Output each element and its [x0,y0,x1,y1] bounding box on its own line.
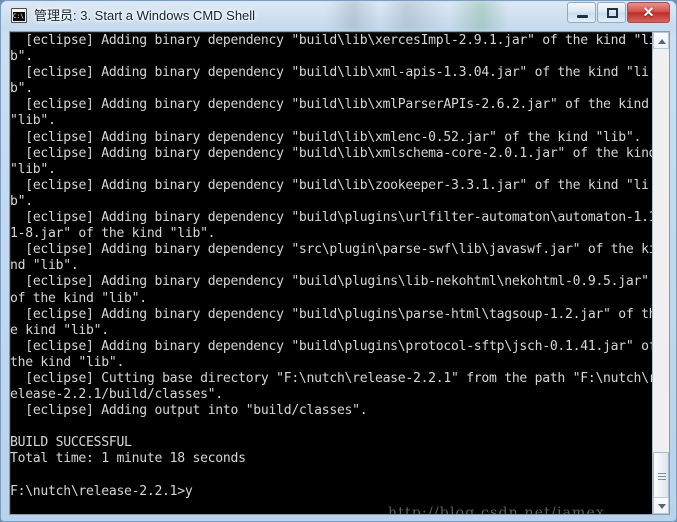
cmd-console-icon [11,8,27,23]
minimize-icon [577,15,588,18]
restore-icon [607,8,618,18]
minimize-button[interactable] [567,2,596,23]
scroll-up-arrow-icon [658,39,666,44]
close-icon: ✕ [642,4,655,20]
scroll-up-button[interactable] [653,32,669,49]
vertical-scrollbar[interactable] [652,32,669,514]
scroll-down-arrow-icon [658,504,666,509]
console-output-area[interactable]: [eclipse] Adding binary dependency "buil… [9,31,670,515]
window-title: 管理员: 3. Start a Windows CMD Shell [34,8,256,23]
scroll-down-button[interactable] [653,497,669,514]
maximize-restore-button[interactable] [597,2,626,23]
console-text: [eclipse] Adding binary dependency "buil… [10,33,657,499]
scrollbar-grip-icon [658,473,666,474]
close-button[interactable]: ✕ [627,2,670,23]
cmd-window: 管理员: 3. Start a Windows CMD Shell ✕ [ecl… [0,0,677,522]
watermark-text: http://blog.csdn.net/jamex [388,505,606,515]
scrollbar-thumb[interactable] [653,452,669,500]
window-titlebar[interactable]: 管理员: 3. Start a Windows CMD Shell ✕ [1,1,676,31]
